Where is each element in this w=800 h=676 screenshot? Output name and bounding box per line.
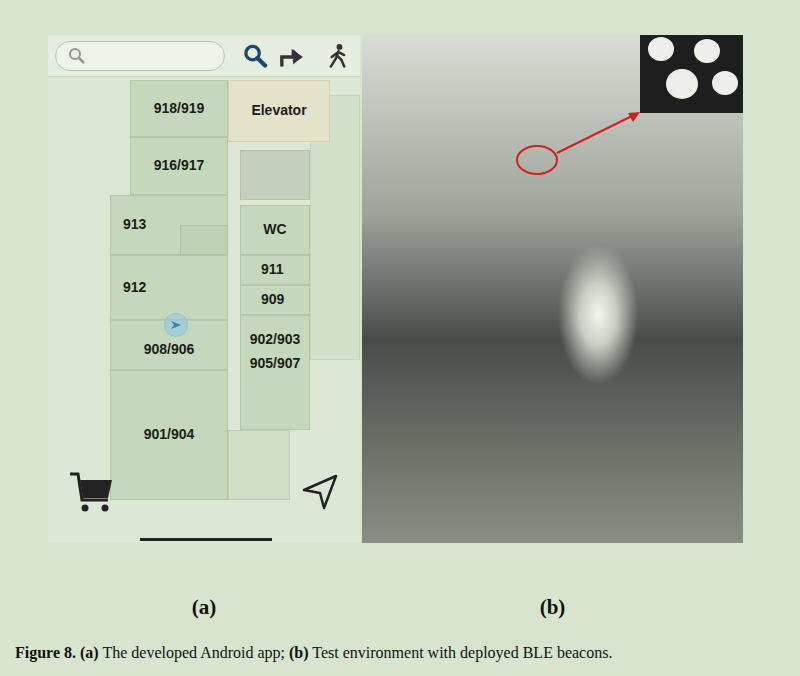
app-toolbar	[48, 35, 360, 77]
walking-person-icon[interactable]	[327, 43, 350, 69]
map-area	[240, 150, 310, 200]
heading-arrow-icon	[170, 320, 182, 330]
beacon-closeup-photo	[640, 35, 743, 113]
search-icon[interactable]	[243, 43, 268, 69]
map-room: 911	[240, 255, 310, 285]
map-room: Elevator	[228, 80, 330, 142]
panel-label: (a)	[48, 595, 360, 620]
map-room: WC	[240, 205, 310, 255]
room-label: 901/904	[144, 423, 195, 447]
beacon-puck	[694, 39, 720, 63]
room-label: 909	[261, 288, 284, 312]
map-room: 916/917	[130, 137, 228, 195]
map-room: 918/919	[130, 80, 228, 137]
figure: 918/919 916/917 Elevator 913 WC 911 912 909 908/…	[0, 0, 800, 676]
room-label: 911	[261, 258, 284, 282]
floor-map: 918/919 916/917 Elevator 913 WC 911 912 909 908/…	[48, 77, 360, 543]
cart-icon[interactable]	[68, 470, 116, 516]
beacon-puck	[666, 69, 698, 99]
room-label: 918/919	[154, 97, 205, 121]
corridor-photo	[362, 35, 743, 543]
room-label: 908/906	[144, 338, 195, 362]
map-room: 912	[110, 255, 228, 320]
room-label: 912	[123, 276, 146, 300]
room-label: 913	[123, 213, 146, 237]
map-room: 902/903905/907	[240, 315, 310, 430]
panel-label: (b)	[362, 595, 743, 620]
panel-labels: (a)(b)	[0, 595, 800, 620]
room-label: WC	[263, 218, 286, 242]
beacon-puck	[712, 71, 738, 95]
search-field[interactable]	[55, 41, 225, 71]
map-room: 909	[240, 285, 310, 315]
home-indicator	[140, 538, 272, 541]
figure-caption: Figure 8. (a) The developed Android app;…	[15, 644, 800, 662]
room-label: Elevator	[251, 99, 306, 123]
map-area	[228, 430, 290, 500]
magnifier-icon	[68, 47, 86, 65]
android-app-screenshot: 918/919 916/917 Elevator 913 WC 911 912 909 908/…	[48, 35, 360, 543]
turn-route-icon[interactable]	[278, 43, 303, 69]
beacon-callout	[362, 35, 743, 543]
room-label: 902/903905/907	[250, 328, 301, 376]
navigation-arrow-icon[interactable]	[300, 472, 340, 512]
map-area	[180, 225, 228, 255]
map-room: 901/904	[110, 370, 228, 500]
room-label: 916/917	[154, 154, 205, 178]
figure-panels: 918/919 916/917 Elevator 913 WC 911 912 909 908/…	[0, 35, 800, 543]
beacon-puck	[648, 37, 674, 61]
location-marker	[164, 313, 188, 337]
